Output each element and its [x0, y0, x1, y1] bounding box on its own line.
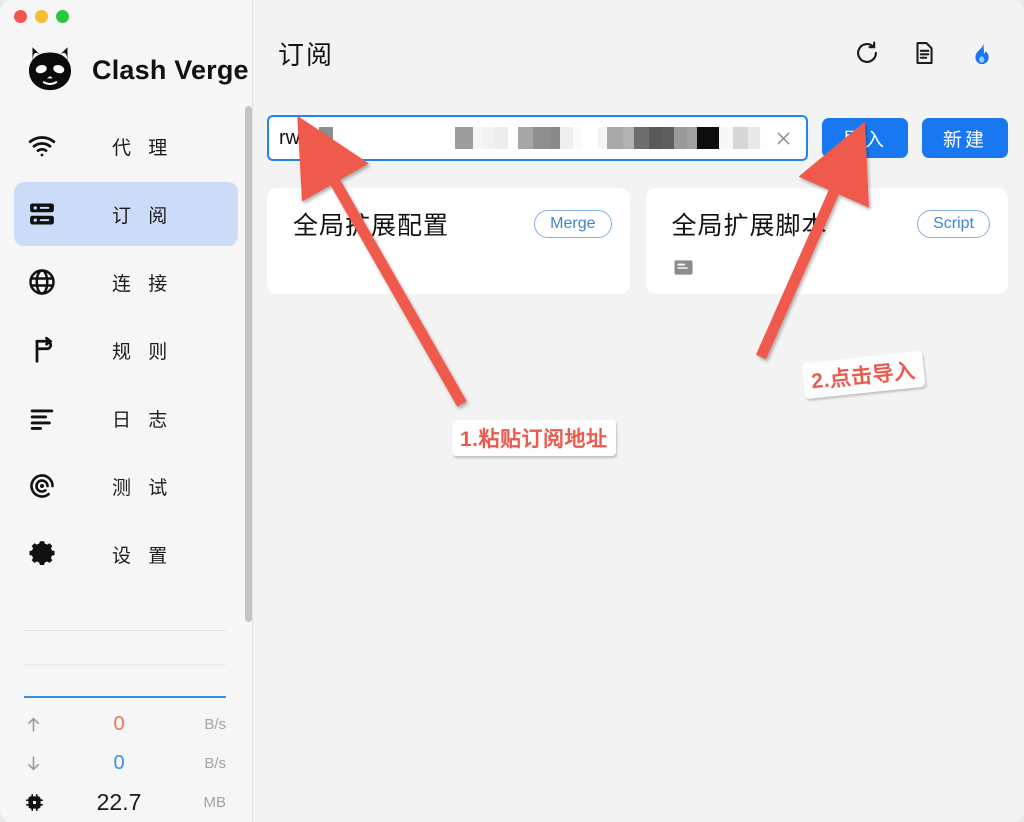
- sidebar-item-label: 订 阅: [112, 205, 174, 227]
- card-footer: [672, 256, 991, 284]
- redacted-url-mosaic: [318, 127, 768, 149]
- sidebar-stats: 0 B/s 0 B/s 22.7 MB: [0, 705, 252, 822]
- arrow-down-icon: [24, 754, 54, 773]
- script-file-icon: [672, 256, 695, 284]
- globe-icon: [14, 267, 70, 297]
- stat-unit: B/s: [204, 716, 226, 733]
- stat-download: 0 B/s: [0, 744, 252, 783]
- sidebar-divider: [24, 630, 226, 631]
- subscription-url-input[interactable]: rwar ?clash=1: [267, 115, 808, 161]
- close-icon[interactable]: [768, 123, 798, 153]
- close-window-button[interactable]: [14, 10, 27, 23]
- file-document-icon[interactable]: [909, 38, 939, 68]
- card-title: 全局扩展配置: [293, 212, 450, 240]
- stat-memory: 22.7 MB: [0, 783, 252, 822]
- cat-logo-icon: [22, 42, 78, 98]
- maximize-window-button[interactable]: [56, 10, 69, 23]
- flame-icon[interactable]: [966, 38, 996, 68]
- import-button[interactable]: 导入: [822, 118, 908, 158]
- sidebar-divider: [24, 664, 226, 665]
- profile-cards: 全局扩展配置 Merge 全局扩展脚本 Script: [267, 188, 1008, 294]
- radar-icon: [14, 471, 70, 501]
- arrow-up-icon: [24, 715, 54, 734]
- new-profile-button[interactable]: 新建: [922, 118, 1008, 158]
- refresh-icon[interactable]: [852, 38, 882, 68]
- cpu-chip-icon: [24, 792, 54, 813]
- stat-unit: B/s: [204, 755, 226, 772]
- wifi-icon: [14, 131, 70, 161]
- route-fork-icon: [14, 335, 70, 365]
- import-row: rwar ?clash=1 导入 新建: [267, 115, 1008, 161]
- sidebar-item-label: 设 置: [112, 545, 174, 567]
- card-type-chip: Merge: [534, 210, 612, 238]
- page-title: 订阅: [278, 39, 335, 70]
- sidebar-item-test[interactable]: 测 试: [14, 454, 238, 518]
- sidebar-item-label: 代 理: [112, 137, 174, 159]
- sidebar-item-connections[interactable]: 连 接: [14, 250, 238, 314]
- minimize-window-button[interactable]: [35, 10, 48, 23]
- stat-unit: MB: [203, 794, 227, 811]
- app-brand: Clash Verge: [22, 42, 249, 98]
- page-header: 订阅: [253, 0, 1024, 106]
- stat-value: 22.7: [96, 789, 142, 815]
- window-traffic-lights: [14, 10, 69, 23]
- card-global-merge[interactable]: 全局扩展配置 Merge: [267, 188, 630, 294]
- server-stack-icon: [14, 199, 70, 229]
- card-global-script[interactable]: 全局扩展脚本 Script: [645, 188, 1008, 294]
- sidebar-item-label: 日 志: [112, 409, 174, 431]
- sidebar-nav: 代 理 订 阅 连 接 规 则 日 志 测 试 设 置: [0, 110, 252, 590]
- sidebar-accent-line: [24, 696, 226, 698]
- sidebar-item-label: 连 接: [112, 273, 174, 295]
- sidebar-item-label: 测 试: [112, 477, 174, 499]
- sidebar-scrollbar[interactable]: [245, 106, 252, 622]
- sidebar-item-profiles[interactable]: 订 阅: [14, 182, 238, 246]
- sidebar-item-label: 规 则: [112, 341, 174, 363]
- stat-upload: 0 B/s: [0, 705, 252, 744]
- sidebar-item-proxy[interactable]: 代 理: [14, 114, 238, 178]
- app-window: Clash Verge 代 理 订 阅 连 接 规 则 日 志 测 试 设 置 …: [0, 0, 1024, 822]
- card-type-chip: Script: [917, 210, 990, 238]
- url-value: rwar ?clash=1: [279, 117, 768, 159]
- card-title: 全局扩展脚本: [671, 212, 828, 240]
- app-name: Clash Verge: [92, 54, 249, 85]
- stat-value: 0: [113, 713, 125, 735]
- card-header: 全局扩展配置 Merge: [293, 206, 612, 242]
- log-lines-icon: [14, 403, 70, 433]
- annotation-step-1: 1.粘贴订阅地址: [452, 420, 616, 456]
- sidebar-item-logs[interactable]: 日 志: [14, 386, 238, 450]
- gear-icon: [14, 539, 70, 569]
- main-content: 订阅 rwar 导入 新建 全局扩展配置 Merge 全局扩展脚本 Script: [253, 0, 1024, 822]
- card-header: 全局扩展脚本 Script: [671, 206, 990, 242]
- header-actions: [852, 38, 996, 68]
- sidebar: Clash Verge 代 理 订 阅 连 接 规 则 日 志 测 试 设 置 …: [0, 0, 253, 822]
- url-prefix: rwar: [279, 126, 318, 149]
- sidebar-item-rules[interactable]: 规 则: [14, 318, 238, 382]
- sidebar-item-settings[interactable]: 设 置: [14, 522, 238, 586]
- stat-value: 0: [113, 752, 125, 774]
